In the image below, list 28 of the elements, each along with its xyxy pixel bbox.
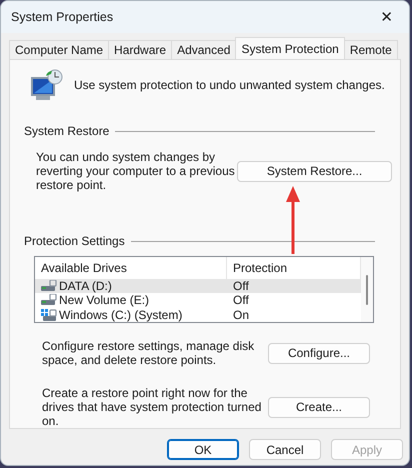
close-button[interactable]: ✕ [376, 8, 397, 26]
create-button[interactable]: Create... [268, 396, 370, 418]
create-description: Create a restore point right now for the drives that have system protection turned on. [42, 386, 262, 428]
system-restore-button[interactable]: System Restore... [237, 160, 392, 182]
protection-status: On [233, 308, 250, 322]
drive-name[interactable]: Windows (C:) (System) [59, 308, 182, 322]
arrow [285, 186, 301, 254]
section-heading: Protection Settings [24, 234, 125, 248]
drive-icon [41, 280, 57, 292]
intro-text: Use system protection to undo unwanted system changes. [74, 78, 385, 92]
tab[interactable]: Remote [344, 40, 398, 59]
windows-drive-icon [41, 308, 57, 321]
tab[interactable]: Computer Name [9, 40, 110, 59]
protection-status: Off [233, 293, 249, 308]
drive-icon [41, 294, 57, 306]
section-heading: System Restore [24, 124, 110, 138]
restore-description: You can undo system changes by reverting your computer to a previous restore point. [36, 150, 236, 192]
scroll-bar[interactable] [361, 257, 373, 322]
configure-description: Configure restore settings, manage disk space, and delete restore points. [42, 339, 256, 367]
window-title: System Properties [11, 10, 114, 24]
dialog-button[interactable]: OK [167, 439, 239, 460]
scroll-thumb[interactable] [366, 275, 368, 305]
tab[interactable]: System Protection [235, 37, 345, 59]
protection-status: Off [233, 279, 249, 294]
dialog-button[interactable]: Cancel [249, 439, 321, 460]
drive-name[interactable]: New Volume (E:) [59, 293, 150, 308]
configure-button[interactable]: Configure... [268, 342, 370, 364]
computer-restore-icon [30, 68, 64, 102]
